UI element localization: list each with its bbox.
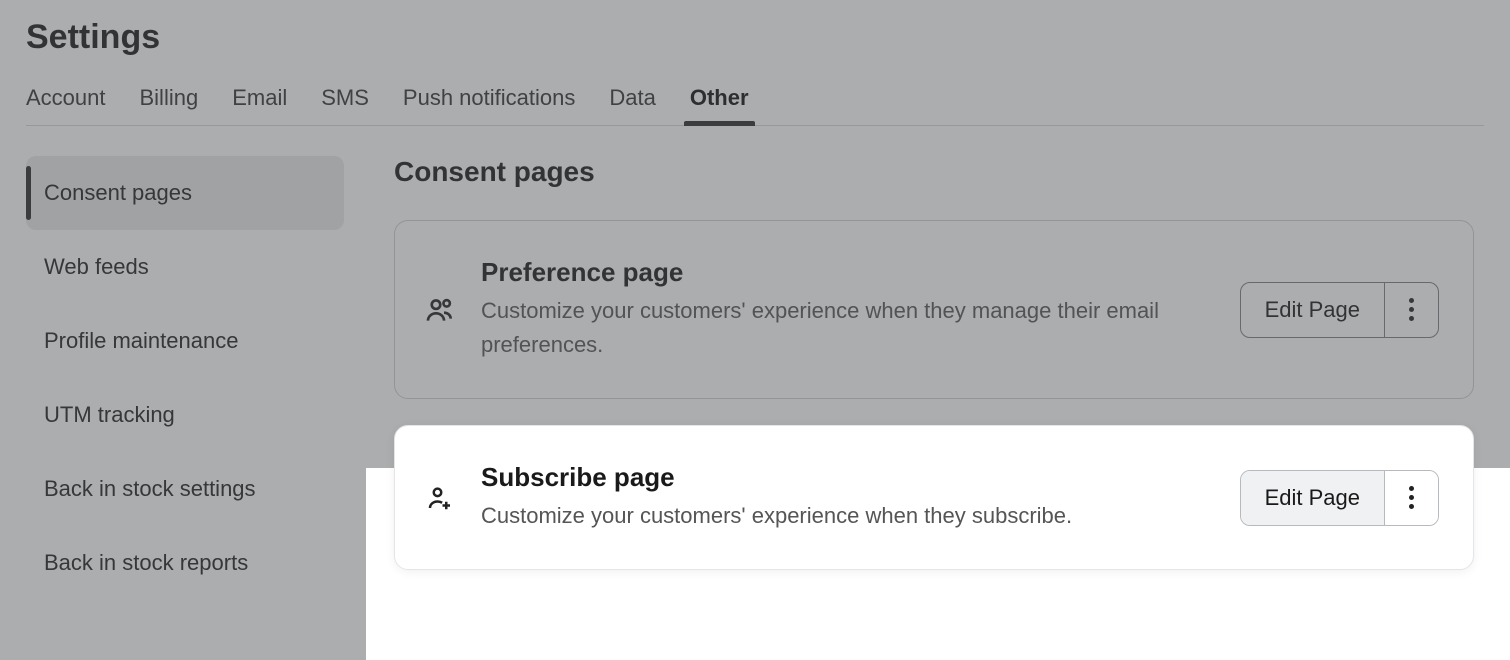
person-plus-icon bbox=[423, 483, 457, 513]
tab-account[interactable]: Account bbox=[26, 85, 106, 125]
body: Consent pages Web feeds Profile maintena… bbox=[0, 126, 1510, 600]
more-vertical-icon bbox=[1409, 486, 1414, 509]
section-title: Consent pages bbox=[394, 156, 1474, 188]
card-body: Subscribe page Customize your customers'… bbox=[481, 462, 1216, 533]
tabs: Account Billing Email SMS Push notificat… bbox=[26, 85, 1484, 126]
main: Consent pages Preference page Customize … bbox=[394, 156, 1484, 600]
tab-sms[interactable]: SMS bbox=[321, 85, 369, 125]
tab-email[interactable]: Email bbox=[232, 85, 287, 125]
card-body: Preference page Customize your customers… bbox=[481, 257, 1216, 362]
tab-other[interactable]: Other bbox=[690, 85, 749, 125]
card-title: Preference page bbox=[481, 257, 1216, 288]
people-icon bbox=[423, 294, 457, 326]
sidebar-item-profile-maintenance[interactable]: Profile maintenance bbox=[26, 304, 344, 378]
tab-billing[interactable]: Billing bbox=[140, 85, 199, 125]
card-actions: Edit Page bbox=[1240, 282, 1439, 338]
card-title: Subscribe page bbox=[481, 462, 1216, 493]
sidebar-item-web-feeds[interactable]: Web feeds bbox=[26, 230, 344, 304]
card-desc: Customize your customers' experience whe… bbox=[481, 294, 1216, 362]
edit-page-button[interactable]: Edit Page bbox=[1241, 471, 1384, 525]
card-subscribe-page: Subscribe page Customize your customers'… bbox=[394, 425, 1474, 570]
header: Settings Account Billing Email SMS Push … bbox=[0, 0, 1510, 126]
card-preference-page: Preference page Customize your customers… bbox=[394, 220, 1474, 399]
card-actions: Edit Page bbox=[1240, 470, 1439, 526]
tab-data[interactable]: Data bbox=[609, 85, 655, 125]
more-options-button[interactable] bbox=[1384, 283, 1438, 337]
sidebar-item-back-in-stock-reports[interactable]: Back in stock reports bbox=[26, 526, 344, 600]
sidebar-item-utm-tracking[interactable]: UTM tracking bbox=[26, 378, 344, 452]
page-title: Settings bbox=[26, 18, 1484, 57]
sidebar: Consent pages Web feeds Profile maintena… bbox=[26, 156, 344, 600]
card-desc: Customize your customers' experience whe… bbox=[481, 499, 1216, 533]
more-vertical-icon bbox=[1409, 298, 1414, 321]
edit-page-button[interactable]: Edit Page bbox=[1241, 283, 1384, 337]
more-options-button[interactable] bbox=[1384, 471, 1438, 525]
tab-push-notifications[interactable]: Push notifications bbox=[403, 85, 575, 125]
sidebar-item-consent-pages[interactable]: Consent pages bbox=[26, 156, 344, 230]
sidebar-item-back-in-stock-settings[interactable]: Back in stock settings bbox=[26, 452, 344, 526]
